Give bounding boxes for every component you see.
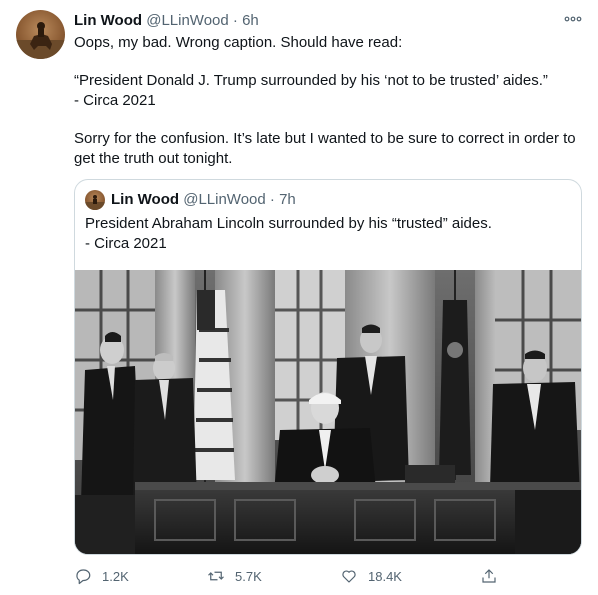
retweet-button[interactable]: 5.7K — [207, 565, 262, 587]
quoted-author-name: Lin Wood — [111, 191, 180, 208]
tweet-line: “President Donald J. Trump surrounded by… — [74, 72, 548, 89]
separator-dot: · — [232, 12, 238, 29]
share-button[interactable] — [480, 565, 508, 587]
quoted-tweet-time: 7h — [279, 191, 296, 208]
separator-dot: · — [269, 191, 275, 208]
quoted-header: Lin Wood @LLinWood · 7h — [111, 190, 296, 210]
share-icon — [482, 569, 496, 583]
author-handle[interactable]: @LLinWood — [146, 12, 229, 29]
quoted-tweet[interactable]: Lin Wood @LLinWood · 7h President Abraha… — [74, 179, 582, 555]
reply-button[interactable]: 1.2K — [74, 565, 129, 587]
tweet-text: Oops, my bad. Wrong caption. Should have… — [74, 33, 584, 169]
author-name[interactable]: Lin Wood — [74, 12, 142, 29]
quoted-avatar — [85, 190, 105, 210]
quoted-line: - Circa 2021 — [85, 235, 167, 252]
quoted-line: President Abraham Lincoln surrounded by … — [85, 215, 492, 232]
like-count: 18.4K — [368, 568, 402, 584]
reply-icon — [76, 569, 91, 585]
quoted-tweet-text: President Abraham Lincoln surrounded by … — [85, 214, 565, 254]
tweet-line: Sorry for the confusion. It’s late but I… — [74, 130, 576, 167]
tweet-line: Oops, my bad. Wrong caption. Should have… — [74, 34, 403, 51]
tweet-actions: 1.2K 5.7K 18.4K — [74, 565, 504, 587]
tweet-line: - Circa 2021 — [74, 92, 156, 109]
tweet[interactable]: Lin Wood @LLinWood · 6h Oops, my bad. Wr… — [0, 0, 598, 595]
avatar[interactable] — [16, 10, 65, 59]
tweet-photo[interactable] — [75, 270, 581, 554]
like-icon — [342, 570, 356, 583]
like-button[interactable]: 18.4K — [340, 565, 402, 587]
retweet-count: 5.7K — [235, 568, 262, 584]
tweet-time[interactable]: 6h — [242, 12, 259, 29]
reply-count: 1.2K — [102, 568, 129, 584]
tweet-header: Lin Wood @LLinWood · 6h — [74, 11, 259, 31]
retweet-icon — [208, 571, 224, 581]
quoted-author-handle: @LLinWood — [183, 191, 266, 208]
more-icon[interactable] — [562, 10, 584, 28]
